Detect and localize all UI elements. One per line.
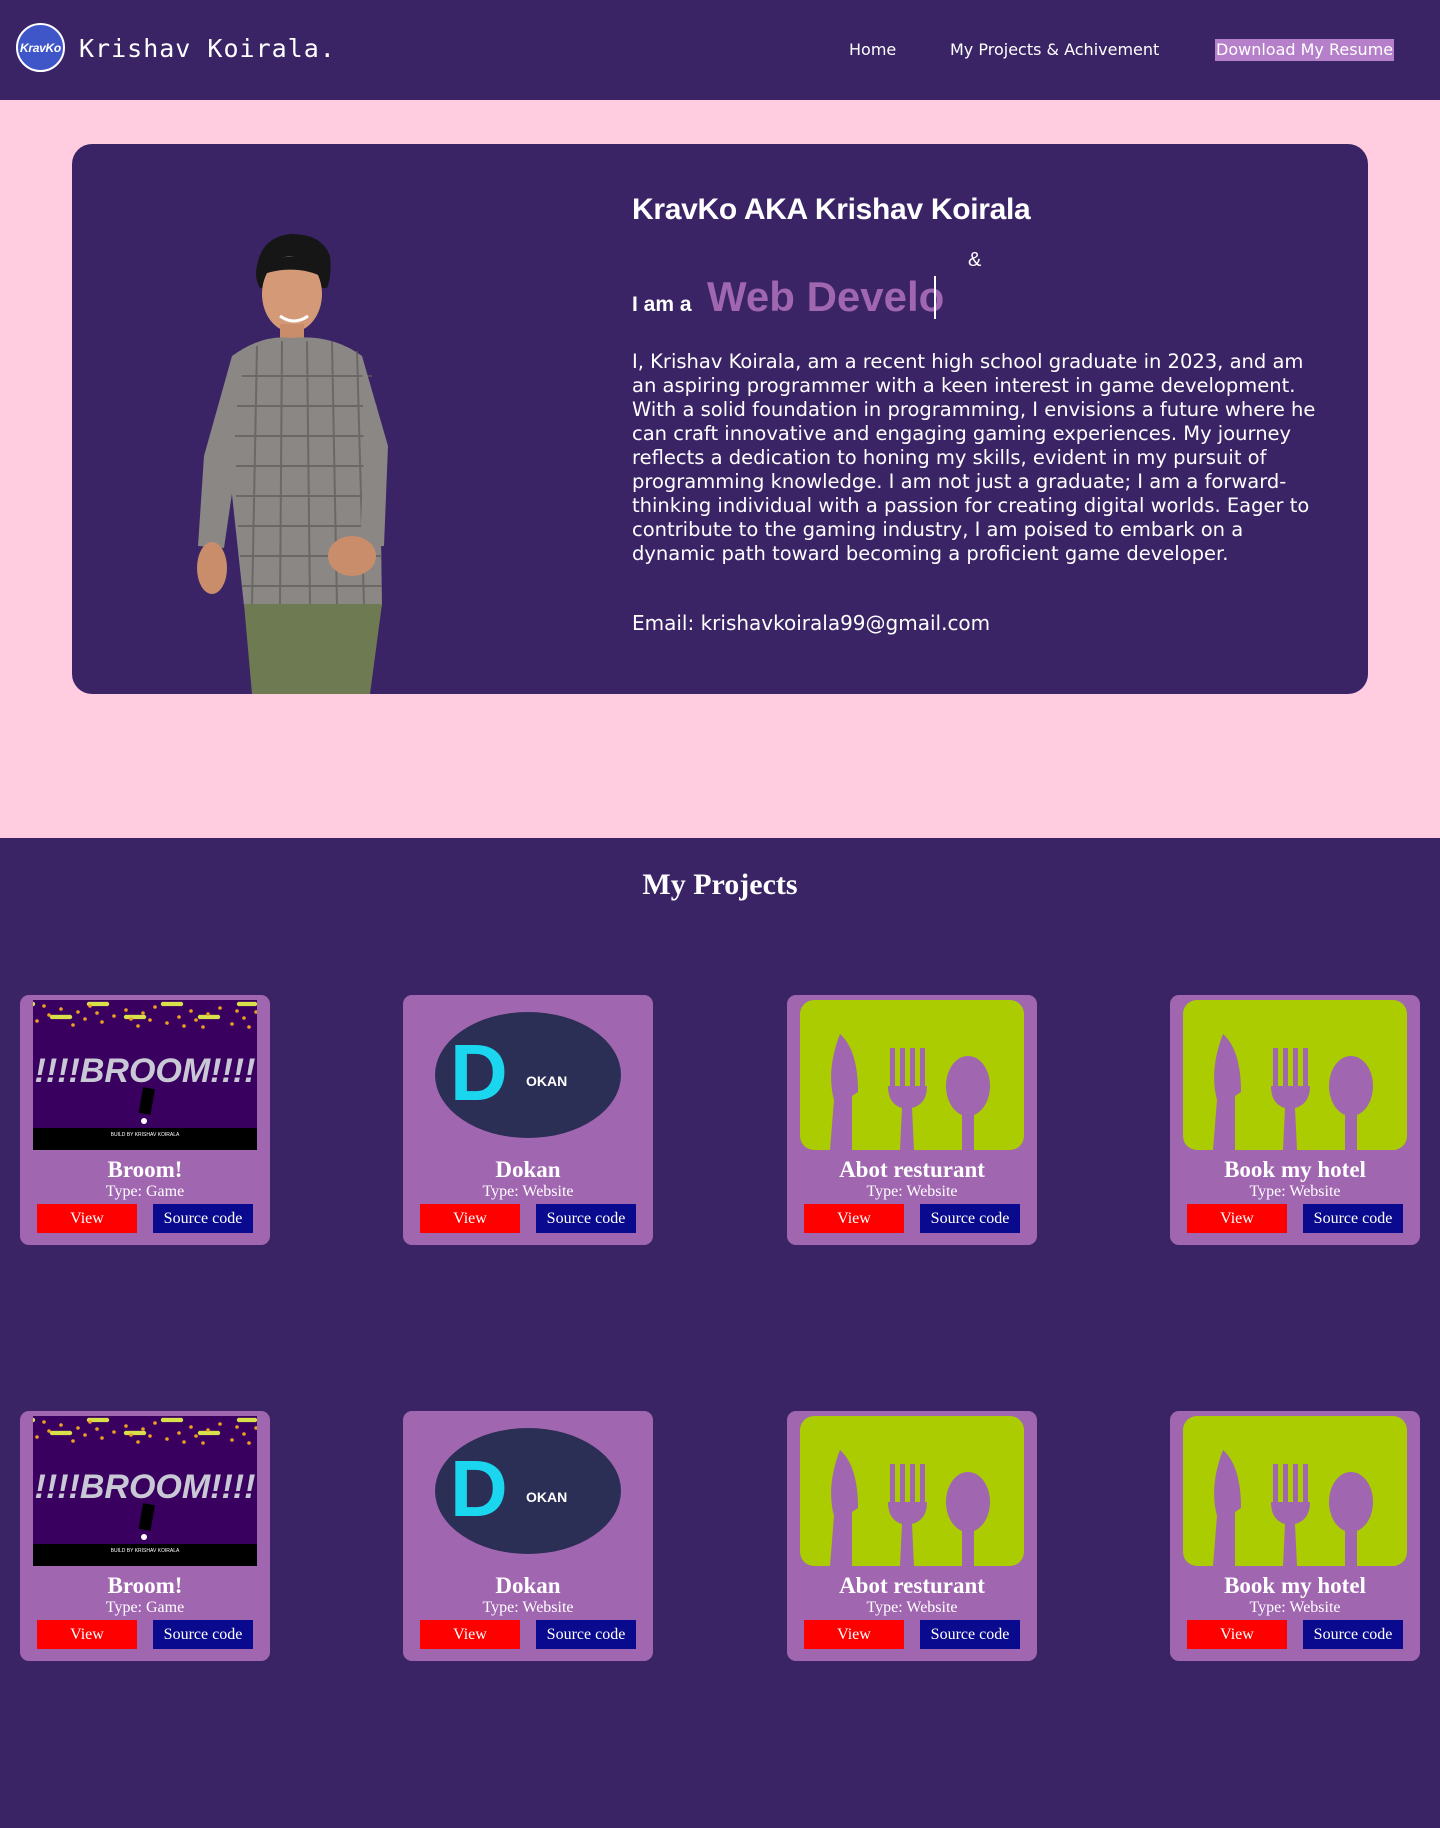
project-card: Book my hotel Type: Website View Source …	[1170, 995, 1420, 1245]
nav-projects-link[interactable]: My Projects & Achivement	[950, 39, 1159, 61]
view-button[interactable]: View	[804, 1620, 904, 1649]
svg-text:!!!!BROOM!!!!: !!!!BROOM!!!!	[35, 1468, 256, 1506]
logo-text: KravKo	[20, 40, 61, 55]
project-title: Dokan	[495, 1573, 561, 1598]
site-name: Krishav Koirala.	[79, 34, 336, 63]
source-code-button[interactable]: Source code	[153, 1620, 253, 1649]
svg-text:D: D	[450, 1444, 508, 1533]
project-thumbnail	[1183, 1000, 1407, 1150]
projects-heading: My Projects	[642, 868, 798, 901]
project-title: Broom!	[107, 1157, 183, 1182]
source-code-button[interactable]: Source code	[153, 1204, 253, 1233]
download-resume-link[interactable]: Download My Resume	[1215, 39, 1395, 61]
hero-card: KravKo AKA Krishav Koirala & I am a Web …	[72, 144, 1368, 694]
project-type: Type: Website	[1249, 1183, 1341, 1200]
view-button[interactable]: View	[804, 1204, 904, 1233]
ampersand: &	[968, 249, 982, 271]
project-type: Type: Website	[866, 1599, 958, 1616]
view-button[interactable]: View	[37, 1204, 137, 1233]
project-card: !!!!BROOM!!!! BUILD BY KRISHAV KOIRALA B…	[20, 1411, 270, 1661]
cutlery-thumbnail	[1183, 1000, 1407, 1150]
view-button[interactable]: View	[1187, 1204, 1287, 1233]
project-type: Type: Website	[482, 1183, 574, 1200]
project-title: Book my hotel	[1224, 1573, 1366, 1598]
cutlery-thumbnail	[800, 1000, 1024, 1150]
project-card: Abot resturant Type: Website View Source…	[787, 995, 1037, 1245]
project-card: Book my hotel Type: Website View Source …	[1170, 1411, 1420, 1661]
project-thumbnail: D OKAN	[416, 1000, 640, 1150]
project-thumbnail	[1183, 1416, 1407, 1566]
svg-text:!!!!BROOM!!!!: !!!!BROOM!!!!	[35, 1052, 256, 1090]
view-button[interactable]: View	[1187, 1620, 1287, 1649]
source-code-button[interactable]: Source code	[536, 1620, 636, 1649]
cutlery-thumbnail	[800, 1416, 1024, 1566]
dokan-thumbnail: D OKAN	[416, 1000, 640, 1150]
project-thumbnail: D OKAN	[416, 1416, 640, 1566]
project-card: !!!!BROOM!!!! BUILD BY KRISHAV KOIRALA B…	[20, 995, 270, 1245]
i-am-label: I am a	[632, 293, 692, 316]
project-card: D OKAN Dokan Type: Website View Source c…	[403, 995, 653, 1245]
source-code-button[interactable]: Source code	[920, 1204, 1020, 1233]
cutlery-thumbnail	[1183, 1416, 1407, 1566]
project-type: Type: Website	[482, 1599, 574, 1616]
navbar: KravKo Krishav Koirala. Home My Projects…	[0, 0, 1440, 100]
source-code-button[interactable]: Source code	[920, 1620, 1020, 1649]
project-title: Broom!	[107, 1573, 183, 1598]
project-thumbnail: !!!!BROOM!!!! BUILD BY KRISHAV KOIRALA	[33, 1000, 257, 1150]
view-button[interactable]: View	[37, 1620, 137, 1649]
hero-title: KravKo AKA Krishav Koirala	[632, 193, 1031, 226]
project-thumbnail: !!!!BROOM!!!! BUILD BY KRISHAV KOIRALA	[33, 1416, 257, 1566]
project-type: Type: Website	[866, 1183, 958, 1200]
project-card: D OKAN Dokan Type: Website View Source c…	[403, 1411, 653, 1661]
view-button[interactable]: View	[420, 1620, 520, 1649]
svg-text:OKAN: OKAN	[526, 1073, 567, 1089]
project-type: Type: Website	[1249, 1599, 1341, 1616]
source-code-button[interactable]: Source code	[1303, 1204, 1403, 1233]
view-button[interactable]: View	[420, 1204, 520, 1233]
broom-thumbnail: !!!!BROOM!!!! BUILD BY KRISHAV KOIRALA	[33, 1416, 257, 1566]
source-code-button[interactable]: Source code	[536, 1204, 636, 1233]
typing-cursor	[934, 276, 936, 319]
svg-text:D: D	[450, 1028, 508, 1117]
project-title: Book my hotel	[1224, 1157, 1366, 1182]
profile-photo	[197, 234, 388, 694]
project-title: Abot resturant	[839, 1157, 985, 1182]
svg-text:BUILD BY KRISHAV KOIRALA: BUILD BY KRISHAV KOIRALA	[111, 1132, 180, 1138]
bio-paragraph: I, Krishav Koirala, am a recent high sch…	[632, 350, 1316, 565]
project-thumbnail	[800, 1416, 1024, 1566]
nav-home-link[interactable]: Home	[849, 39, 896, 61]
logo[interactable]: KravKo	[16, 23, 65, 72]
dokan-thumbnail: D OKAN	[416, 1416, 640, 1566]
project-type: Type: Game	[105, 1599, 185, 1616]
svg-text:BUILD BY KRISHAV KOIRALA: BUILD BY KRISHAV KOIRALA	[111, 1548, 180, 1554]
broom-thumbnail: !!!!BROOM!!!! BUILD BY KRISHAV KOIRALA	[33, 1000, 257, 1150]
email-text: Email: krishavkoirala99@gmail.com	[632, 611, 991, 635]
source-code-button[interactable]: Source code	[1303, 1620, 1403, 1649]
project-title: Dokan	[495, 1157, 561, 1182]
project-thumbnail	[800, 1000, 1024, 1150]
project-title: Abot resturant	[839, 1573, 985, 1598]
svg-text:OKAN: OKAN	[526, 1489, 567, 1505]
typed-role-text: Web Develo	[707, 273, 945, 320]
project-card: Abot resturant Type: Website View Source…	[787, 1411, 1037, 1661]
project-type: Type: Game	[105, 1183, 185, 1200]
